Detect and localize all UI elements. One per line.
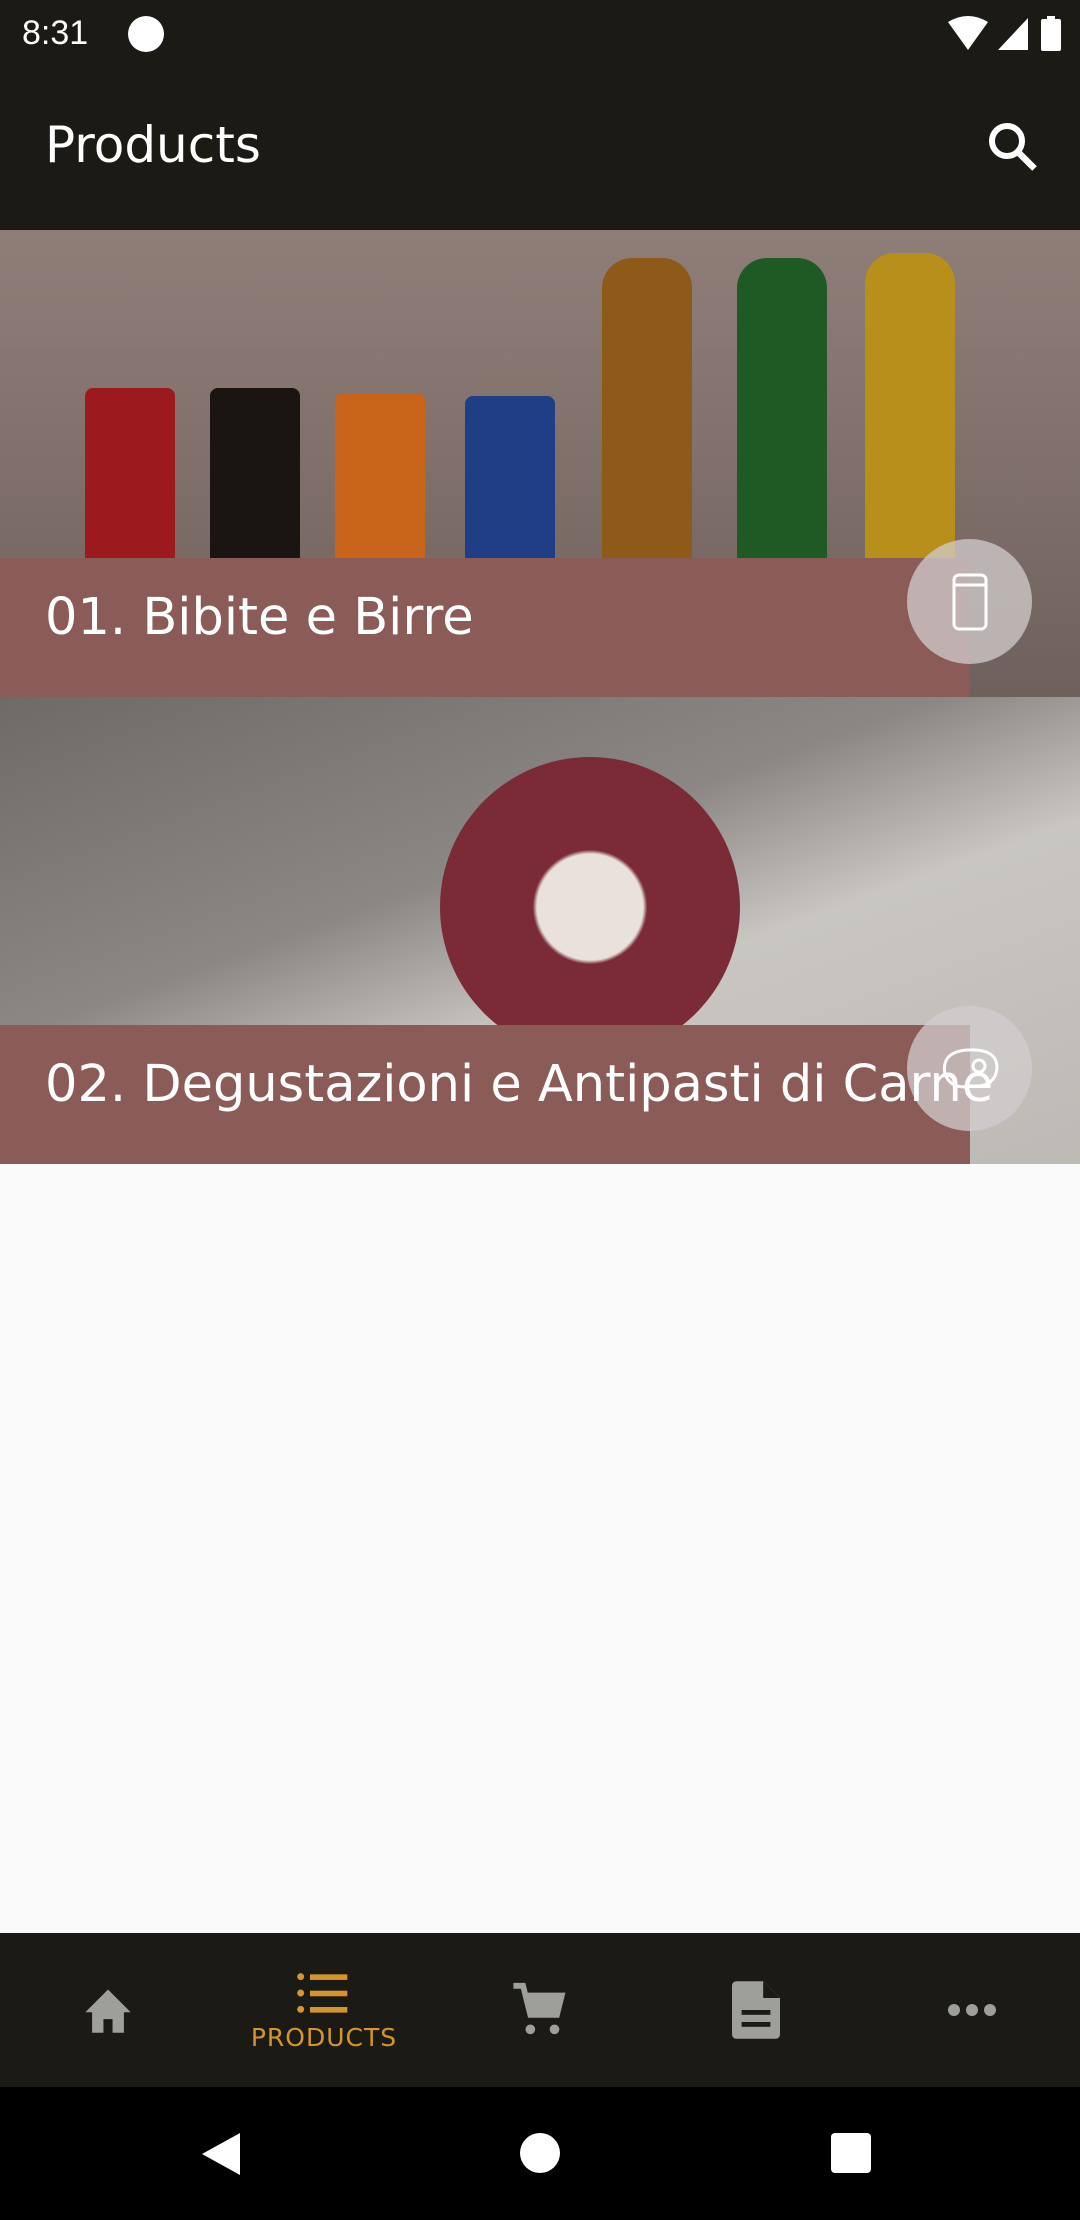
- nav-products-label: PRODUCTS: [250, 2022, 398, 2052]
- system-navigation-bar: [0, 2087, 1080, 2220]
- cart-icon: [513, 1982, 566, 2035]
- recents-icon[interactable]: [830, 2132, 872, 2174]
- list-icon: [297, 1972, 348, 2013]
- app-notification-icon: [128, 16, 164, 52]
- category-card-bibite[interactable]: 01. Bibite e Birre: [0, 230, 1080, 697]
- nav-home[interactable]: [0, 1933, 216, 2087]
- category-card-degustazioni[interactable]: 02. Degustazioni e Antipasti di Carne: [0, 697, 1080, 1164]
- document-icon: [732, 1981, 780, 2039]
- home-icon: [85, 1989, 131, 2033]
- wifi-icon: [948, 16, 988, 50]
- more-icon: [948, 2004, 996, 2016]
- nav-orders[interactable]: [648, 1933, 864, 2087]
- nav-more[interactable]: [864, 1933, 1080, 2087]
- can-icon: [952, 573, 987, 630]
- search-icon[interactable]: [982, 116, 1042, 176]
- nav-cart[interactable]: [432, 1933, 648, 2087]
- page-title: Products: [45, 116, 261, 174]
- app-toolbar: Products: [0, 80, 1080, 230]
- category-title: 01. Bibite e Birre: [45, 588, 474, 647]
- category-icon-badge: [907, 539, 1032, 664]
- status-bar: 8:31: [0, 0, 1080, 80]
- signal-icon: [998, 18, 1028, 50]
- category-title: 02. Degustazioni e Antipasti di Carne: [45, 1055, 994, 1114]
- bottom-navigation: PRODUCTS: [0, 1933, 1080, 2087]
- status-time: 8:31: [22, 14, 89, 52]
- back-icon[interactable]: [200, 2131, 244, 2177]
- nav-products[interactable]: PRODUCTS: [216, 1933, 432, 2087]
- home-button-icon[interactable]: [518, 2131, 562, 2175]
- battery-icon: [1041, 16, 1061, 51]
